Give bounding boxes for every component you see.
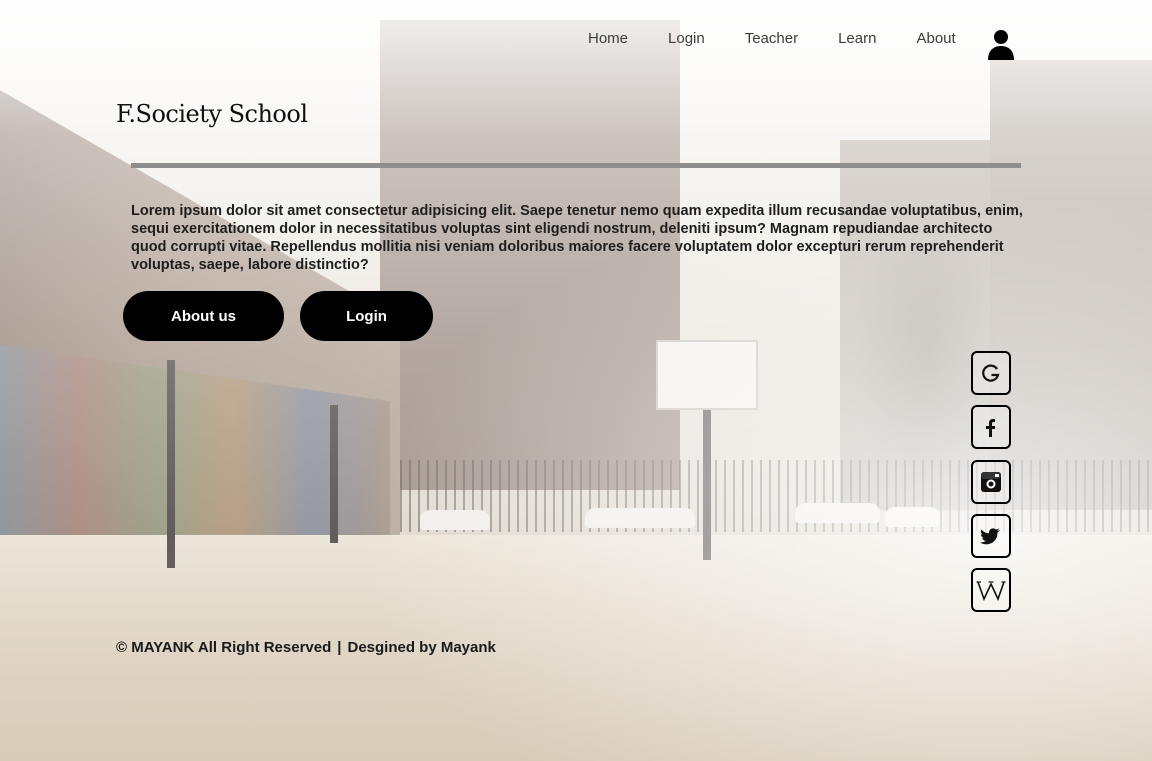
intro-paragraph: Lorem ipsum dolor sit amet consectetur a…	[131, 203, 1023, 273]
instagram-link[interactable]	[971, 460, 1011, 504]
nav-home[interactable]: Home	[588, 30, 628, 47]
google-link[interactable]	[971, 351, 1011, 395]
footer-credit: Desgined by Mayank	[347, 639, 496, 656]
divider	[131, 163, 1021, 168]
nav-about[interactable]: About	[916, 30, 955, 47]
google-icon	[980, 362, 1002, 384]
footer-separator: |	[337, 639, 342, 656]
nav-teacher[interactable]: Teacher	[745, 30, 798, 47]
user-icon[interactable]	[986, 28, 1016, 62]
top-nav: Home Login Teacher Learn About	[568, 30, 976, 47]
wikipedia-link[interactable]	[971, 568, 1011, 612]
about-us-button[interactable]: About us	[123, 291, 284, 341]
instagram-icon	[979, 470, 1003, 494]
site-logo[interactable]: F.Society School	[116, 100, 308, 128]
wikipedia-icon	[976, 578, 1006, 602]
login-button[interactable]: Login	[300, 291, 433, 341]
facebook-link[interactable]	[971, 405, 1011, 449]
twitter-link[interactable]	[971, 514, 1011, 558]
footer: © MAYANK All Right Reserved | Desgined by …	[116, 639, 496, 656]
nav-login[interactable]: Login	[668, 30, 705, 47]
facebook-icon	[980, 415, 1002, 439]
twitter-icon	[980, 526, 1002, 546]
footer-copyright: © MAYANK All Right Reserved	[116, 639, 332, 656]
nav-learn[interactable]: Learn	[838, 30, 876, 47]
